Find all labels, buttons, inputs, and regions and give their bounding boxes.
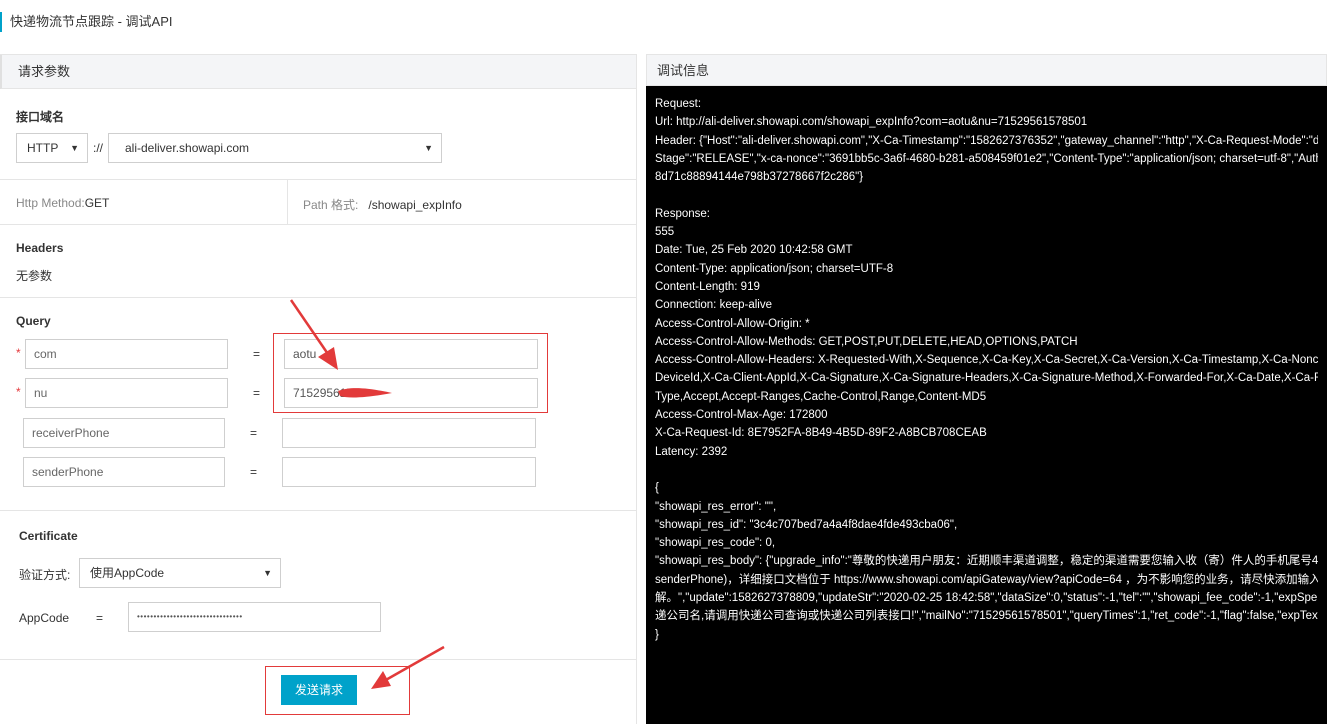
debug-info-header: 调试信息 [646,54,1327,86]
annotation-highlight-box [265,666,410,715]
host-value: ali-deliver.showapi.com [125,141,250,155]
console-line: DeviceId,X-Ca-Client-AppId,X-Ca-Signatur… [655,372,1318,385]
console-line: X-Ca-Request-Id: 8E7952FA-8B49-4B5D-89F2… [655,427,987,440]
divider [0,224,637,225]
console-line: Access-Control-Allow-Headers: X-Requeste… [655,354,1318,367]
console-line: 8d71c88894144e798b37278667f2c286"} [655,171,864,184]
console-line: { [655,482,659,495]
chevron-down-icon: ▼ [424,143,433,153]
protocol-value: HTTP [27,141,59,155]
headers-empty-text: 无参数 [16,269,53,283]
appcode-input[interactable]: •••••••••••••••••••••••••••••••• [128,602,381,632]
console-line: "showapi_res_code": 0, [655,537,776,550]
console-line: 解。","update":1582627378809,"updateStr":"… [655,592,1318,605]
console-line: Response: [655,207,710,220]
console-line: Access-Control-Allow-Methods: GET,POST,P… [655,335,1078,348]
request-params-header: 请求参数 [0,55,636,89]
console-line: "showapi_res_error": "", [655,500,777,513]
query-param-name-receiverphone[interactable]: receiverPhone [23,418,225,448]
console-line: Latency: 2392 [655,445,728,458]
console-line: "showapi_res_id": "3c4c707bed7a4a4f8dae4… [655,518,958,531]
divider [0,179,637,180]
auth-method-value: 使用AppCode [90,566,165,580]
debug-info-panel: 调试信息 Request: Url: http://ali-deliver.sho… [646,54,1327,724]
console-line: Type,Accept,Accept-Ranges,Cache-Control,… [655,390,987,403]
divider [0,297,637,298]
console-line: } [655,628,659,641]
path-label: Path 格式: [303,198,359,212]
console-line: "showapi_res_body": {"upgrade_info":"尊敬的… [655,555,1318,568]
console-line: senderPhone)，详细接口文档位于 https://www.showap… [655,573,1318,586]
chevron-down-icon: ▼ [263,568,272,578]
page-title: 快递物流节点跟踪 - 调试API [0,12,173,32]
equals-sign: = [250,465,258,479]
query-param-value-receiverphone[interactable] [282,418,536,448]
equals-sign: = [253,386,261,400]
certificate-section-title: Certificate [19,529,78,543]
query-param-name-senderphone[interactable]: senderPhone [23,457,225,487]
query-section-title: Query [16,314,51,328]
console-line: Content-Length: 919 [655,280,760,293]
query-param-name-com[interactable]: com [25,339,228,369]
path-value: /showapi_expInfo [368,198,462,212]
console-line: Request: [655,98,702,110]
equals-sign: = [253,347,261,361]
http-method-label: Http Method: [16,196,85,210]
equals-sign: = [250,426,258,440]
console-line: Access-Control-Allow-Origin: * [655,317,810,330]
auth-method-label: 验证方式: [19,568,71,582]
auth-method-select[interactable]: 使用AppCode ▼ [79,558,281,588]
protocol-select[interactable]: HTTP ▼ [16,133,88,163]
console-line: Access-Control-Max-Age: 172800 [655,409,828,422]
protocol-separator: :// [93,141,104,155]
headers-section-title: Headers [16,241,64,255]
console-line: Content-Type: application/json; charset=… [655,262,894,275]
debug-console-output: Request: Url: http://ali-deliver.showapi.… [646,86,1327,724]
query-param-value-senderphone[interactable] [282,457,536,487]
domain-section-title: 接口域名 [16,110,65,124]
console-line: Header: {"Host":"ali-deliver.showapi.com… [655,134,1318,147]
required-marker: * [16,385,21,399]
divider [0,659,637,660]
divider [287,180,288,224]
http-method: Http Method:GET [16,196,109,210]
divider [0,510,637,511]
console-line: Url: http://ali-deliver.showapi.com/show… [655,116,1088,129]
appcode-label: AppCode [19,611,70,625]
host-select[interactable]: ali-deliver.showapi.com ▼ [108,133,442,163]
console-line: Stage":"RELEASE","x-ca-nonce":"3691bb5c-… [655,152,1318,165]
chevron-down-icon: ▼ [70,143,79,153]
query-param-name-nu[interactable]: nu [25,378,228,408]
equals-sign: = [96,611,104,625]
console-line: 递公司名,请调用快递公司查询或快递公司列表接口!","mailNo":"7152… [655,610,1318,623]
path-format: Path 格式: /showapi_expInfo [303,196,462,213]
console-line: Connection: keep-alive [655,299,772,312]
required-marker: * [16,346,21,360]
console-line: Date: Tue, 25 Feb 2020 10:42:58 GMT [655,244,853,257]
http-method-value: GET [84,196,110,210]
console-line: 555 [655,226,675,239]
annotation-highlight-box [273,333,548,413]
